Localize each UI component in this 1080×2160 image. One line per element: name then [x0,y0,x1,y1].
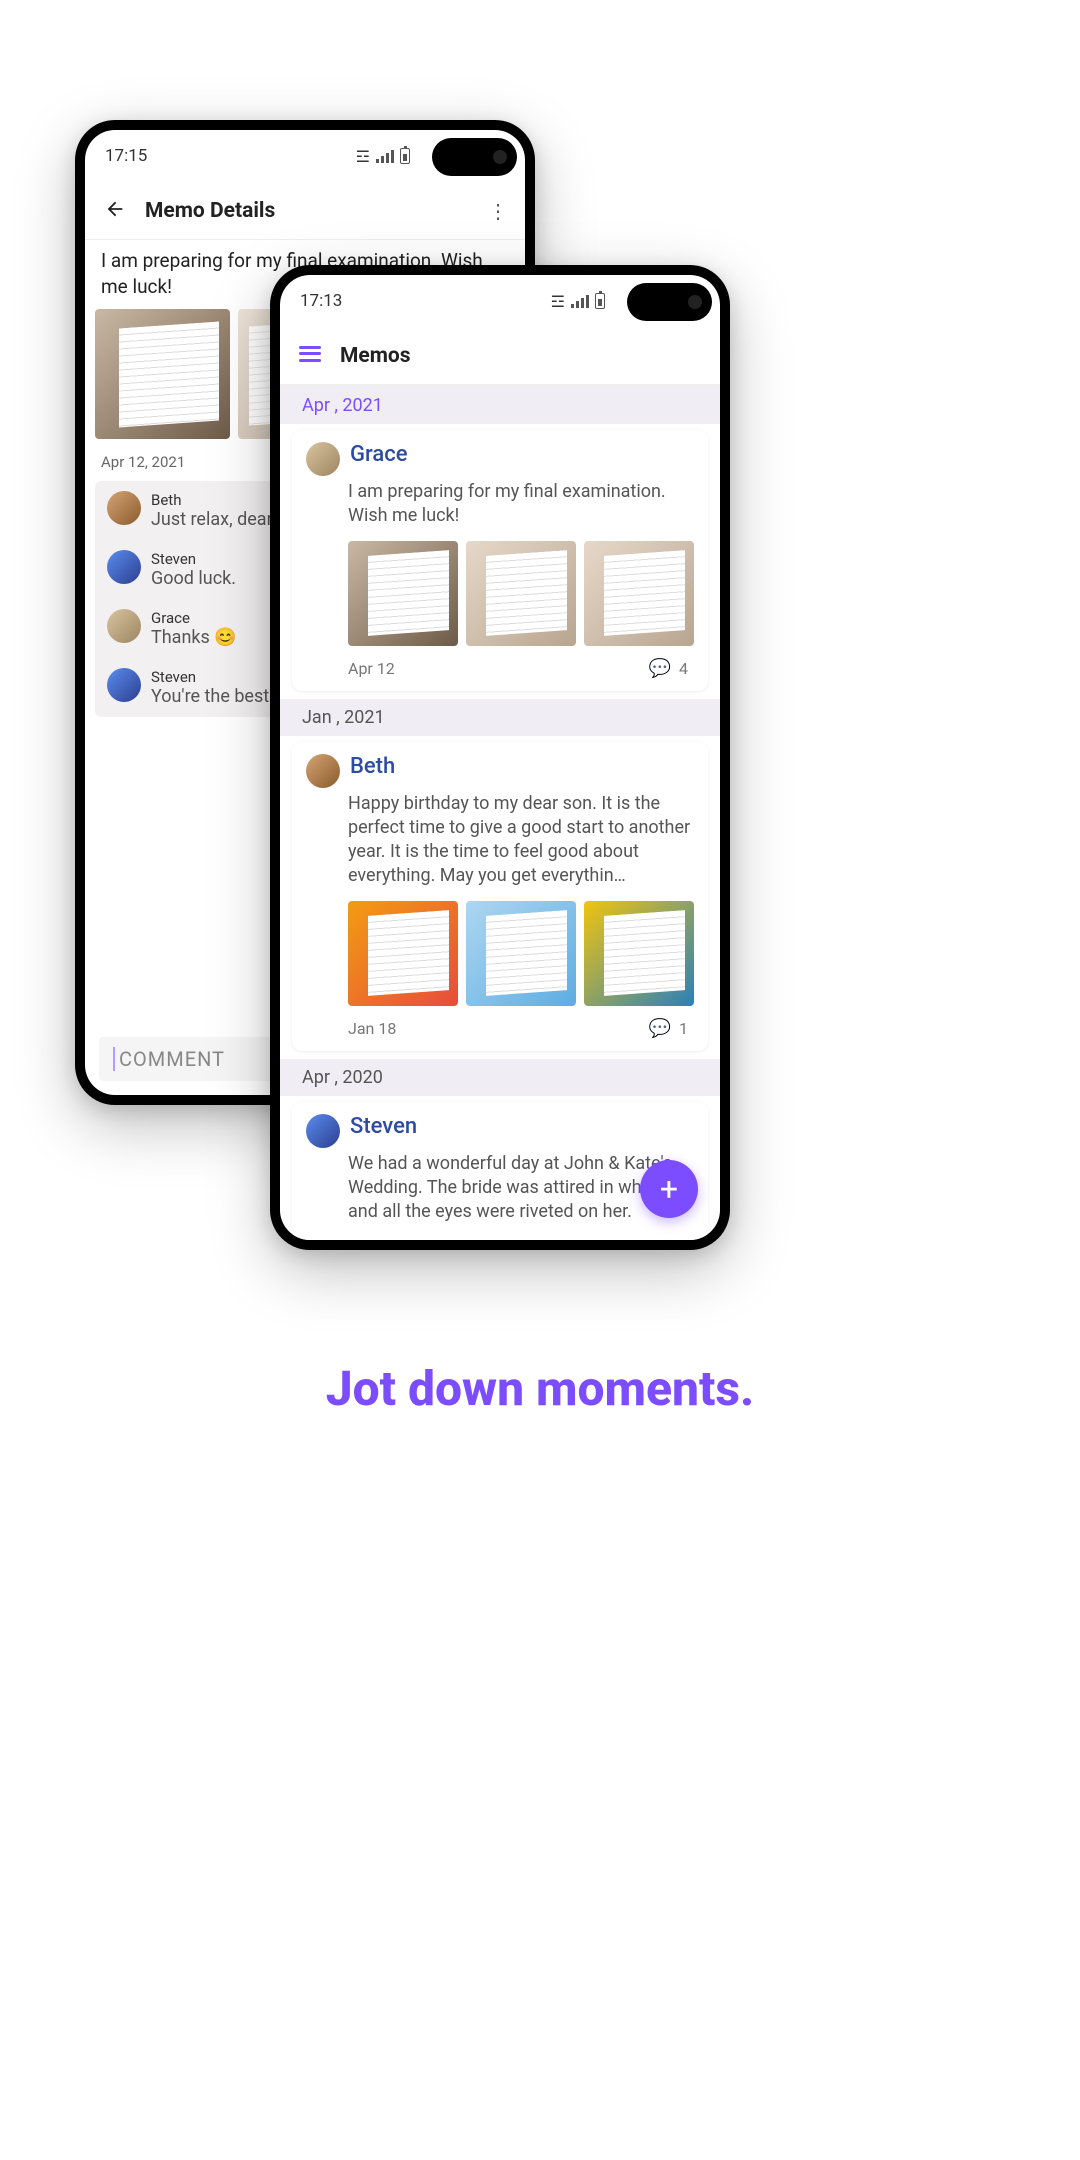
memo-card[interactable]: Beth Happy birthday to my dear son. It i… [292,742,708,1051]
status-time: 17:13 [300,291,342,311]
signal-icon [571,294,589,308]
comment-text: Good luck. [151,568,236,589]
avatar[interactable] [306,442,340,476]
avatar[interactable] [107,550,141,584]
app-bar: Memo Details ⋮ [85,182,525,240]
memo-image[interactable] [95,309,230,439]
battery-icon [595,293,605,309]
avatar[interactable] [107,491,141,525]
overflow-menu-button[interactable]: ⋮ [483,199,513,223]
add-memo-fab[interactable]: + [640,1160,698,1218]
battery-icon [400,148,410,164]
memo-image[interactable] [348,541,458,646]
month-header: Apr , 2021 [280,387,720,424]
comment-text: Thanks 😊 [151,627,237,648]
comment-text: Just relax, dear [151,509,273,530]
avatar[interactable] [107,609,141,643]
comment-author: Beth [151,491,273,509]
back-button[interactable] [97,198,133,224]
hamburger-icon [299,346,321,362]
plus-icon: + [660,1170,678,1208]
memo-image[interactable] [584,541,694,646]
memo-author: Steven [350,1114,417,1148]
camera-notch [432,138,517,176]
memo-author: Beth [350,754,395,788]
memo-image[interactable] [466,541,576,646]
phone-front: 17:13 ☲ Memos Apr , 2021 Grace I am prep… [270,265,730,1250]
memos-list[interactable]: Apr , 2021 Grace I am preparing for my f… [280,387,720,1240]
signal-icon [376,149,394,163]
memo-image[interactable] [584,901,694,1006]
menu-button[interactable] [292,346,328,366]
avatar[interactable] [306,1114,340,1148]
arrow-back-icon [104,198,126,220]
comment-count: 1 [679,1019,688,1038]
wifi-icon: ☲ [551,292,565,311]
comment-author: Steven [151,550,236,568]
memo-author: Grace [350,442,408,476]
memo-image-row [300,535,700,650]
memo-date: Jan 18 [348,1019,396,1038]
memo-image[interactable] [348,901,458,1006]
comment-icon: 💬 [649,658,671,679]
month-header: Jan , 2021 [280,699,720,736]
memo-image[interactable] [466,901,576,1006]
status-time: 17:15 [105,146,147,166]
month-header: Apr , 2020 [280,1059,720,1096]
avatar[interactable] [107,668,141,702]
memo-date: Apr 12 [348,659,395,678]
page-title: Memo Details [145,199,483,223]
memo-body: Happy birthday to my dear son. It is the… [300,788,700,895]
tagline: Jot down moments. [0,1360,1080,1417]
comment-icon: 💬 [649,1018,671,1039]
screen-front: 17:13 ☲ Memos Apr , 2021 Grace I am prep… [280,275,720,1240]
comment-count: 4 [679,659,688,678]
comment-placeholder: COMMENT [119,1047,225,1071]
wifi-icon: ☲ [356,147,370,166]
app-bar: Memos [280,327,720,385]
avatar[interactable] [306,754,340,788]
memo-card[interactable]: Grace I am preparing for my final examin… [292,430,708,691]
page-title: Memos [340,344,708,368]
memo-body: I am preparing for my final examination.… [300,476,700,535]
memo-image-row [300,895,700,1010]
camera-notch [627,283,712,321]
comment-author: Grace [151,609,237,627]
text-cursor [113,1047,115,1071]
